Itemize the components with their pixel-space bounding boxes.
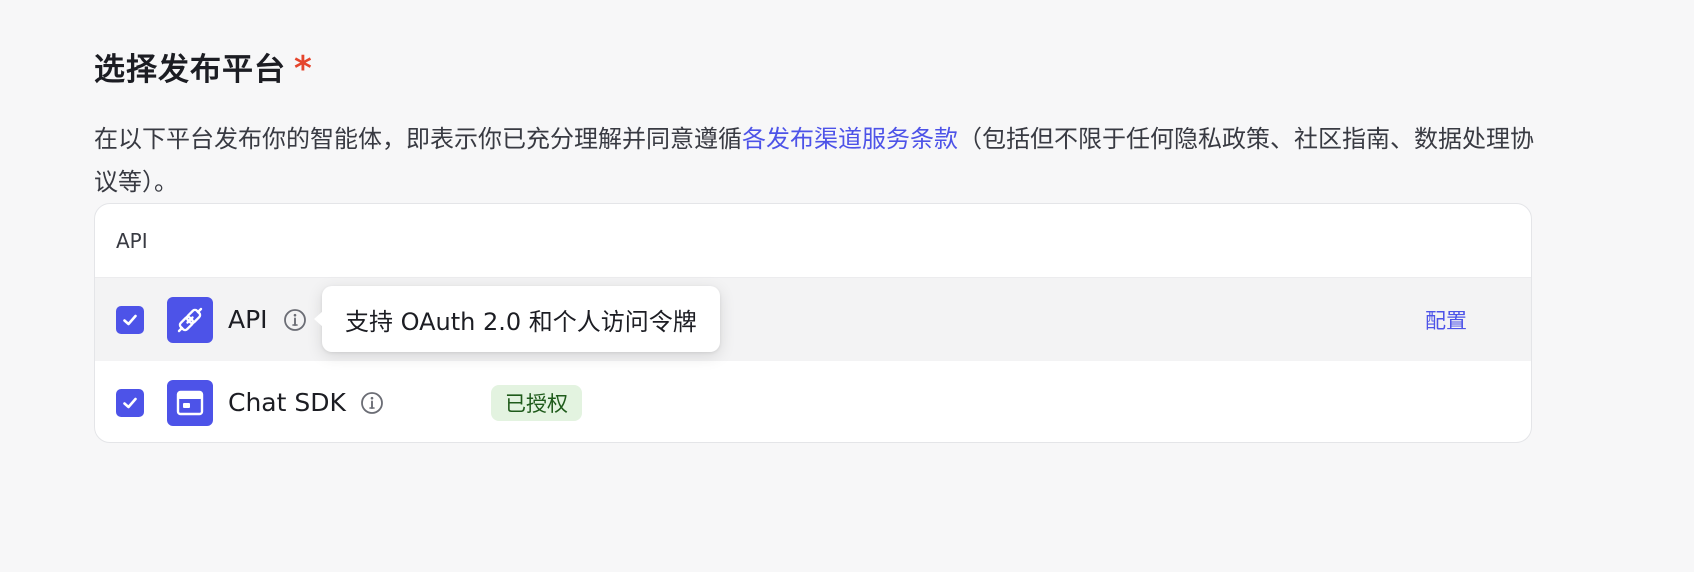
tooltip-arrow bbox=[314, 311, 323, 327]
authorized-status-badge: 已授权 bbox=[491, 384, 582, 421]
platform-row-chat-sdk[interactable]: Chat SDK 已授权 bbox=[95, 361, 1531, 442]
tooltip-text: 支持 OAuth 2.0 和个人访问令牌 bbox=[345, 307, 697, 336]
terms-link[interactable]: 各发布渠道服务条款 bbox=[742, 125, 958, 153]
platform-card: API API 配置 Chat SDK 已授权 bbox=[94, 203, 1532, 443]
card-header: API bbox=[95, 204, 1531, 278]
platform-name-chat-sdk: Chat SDK bbox=[228, 388, 346, 417]
platform-name-api: API bbox=[228, 305, 268, 334]
section-description: 在以下平台发布你的智能体，即表示你已充分理解并同意遵循各发布渠道服务条款（包括但… bbox=[94, 118, 1546, 204]
platform-row-api[interactable]: API 配置 bbox=[95, 278, 1531, 361]
info-icon[interactable] bbox=[360, 391, 384, 415]
info-icon[interactable] bbox=[283, 308, 307, 332]
required-asterisk: * bbox=[294, 49, 312, 89]
section-title-row: 选择发布平台 * bbox=[94, 44, 312, 89]
checkmark-icon bbox=[123, 314, 137, 325]
checkmark-icon bbox=[123, 397, 137, 408]
description-prefix: 在以下平台发布你的智能体，即表示你已充分理解并同意遵循 bbox=[94, 125, 742, 153]
api-info-tooltip: 支持 OAuth 2.0 和个人访问令牌 bbox=[314, 286, 720, 352]
api-checkbox[interactable] bbox=[116, 305, 144, 334]
chat-sdk-checkbox[interactable] bbox=[116, 388, 144, 417]
browser-window-icon bbox=[167, 379, 213, 426]
link-icon bbox=[167, 296, 213, 343]
section-title: 选择发布平台 bbox=[94, 51, 286, 88]
configure-link[interactable]: 配置 bbox=[1425, 305, 1467, 335]
